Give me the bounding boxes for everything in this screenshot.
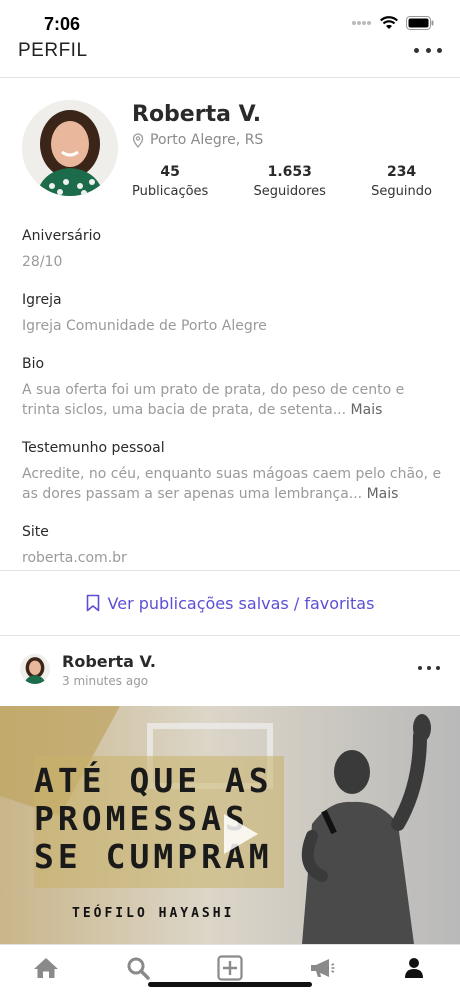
profile-info: Aniversário 28/10 Igreja Igreja Comunida… — [22, 228, 442, 588]
status-bar: 7:06 — [0, 0, 460, 36]
title-line: ATÉ QUE AS — [34, 761, 273, 800]
site-label: Site — [22, 524, 49, 540]
bio-more-link[interactable]: Mais — [351, 402, 383, 418]
tab-home[interactable] — [26, 950, 66, 986]
status-time: 7:06 — [44, 14, 81, 34]
location-text: Porto Alegre, RS — [150, 132, 264, 148]
stat-publications[interactable]: 45 Publicações — [132, 164, 208, 199]
bio-value: A sua oferta foi um prato de prata, do p… — [22, 380, 442, 420]
battery-icon — [406, 16, 434, 30]
top-nav-bar: PERFIL — [0, 36, 460, 78]
testimony-label: Testemunho pessoal — [22, 440, 165, 456]
church-section: Igreja Igreja Comunidade de Porto Alegre — [22, 292, 442, 336]
wifi-icon — [380, 16, 398, 29]
profile-name: Roberta V. — [132, 102, 262, 127]
profile-icon — [405, 957, 423, 978]
church-label: Igreja — [22, 292, 62, 308]
home-indicator — [148, 982, 312, 987]
bottom-tab-bar — [0, 944, 460, 996]
page-title: PERFIL — [18, 40, 88, 61]
profile-location: Porto Alegre, RS — [132, 132, 263, 148]
stat-value: 45 — [160, 164, 180, 180]
play-icon[interactable] — [220, 812, 260, 856]
testimony-section: Testemunho pessoal Acredite, no céu, enq… — [22, 440, 442, 504]
bio-section: Bio A sua oferta foi um prato de prata, … — [22, 356, 442, 420]
stat-followers[interactable]: 1.653 Seguidores — [254, 164, 326, 199]
birthday-value: 28/10 — [22, 254, 63, 270]
site-link[interactable]: roberta.com.br — [22, 548, 442, 568]
map-pin-icon — [132, 132, 144, 148]
tab-profile[interactable] — [394, 950, 434, 986]
post-timestamp: 3 minutes ago — [62, 674, 149, 688]
stat-label: Publicações — [132, 184, 209, 199]
megaphone-icon — [311, 958, 335, 977]
bio-label: Bio — [22, 356, 45, 372]
profile-stats: 45 Publicações 1.653 Seguidores 234 Segu… — [132, 164, 432, 199]
home-icon — [34, 957, 58, 978]
stat-label: Seguidores — [253, 184, 326, 199]
post-video-thumbnail[interactable]: ATÉ QUE AS PROMESSAS SE CUMPRAM TEÓFILO … — [0, 706, 460, 944]
saved-posts-button[interactable]: Ver publicações salvas / favoritas — [0, 570, 460, 636]
saved-posts-label: Ver publicações salvas / favoritas — [107, 593, 375, 613]
stat-label: Seguindo — [371, 184, 432, 199]
more-options-icon[interactable] — [414, 38, 442, 62]
stat-following[interactable]: 234 Seguindo — [371, 164, 432, 199]
avatar[interactable] — [22, 100, 118, 196]
add-icon — [217, 954, 243, 981]
tab-search[interactable] — [118, 950, 158, 986]
church-value: Igreja Comunidade de Porto Alegre — [22, 318, 267, 334]
video-subtitle: TEÓFILO HAYASHI — [72, 906, 235, 921]
bio-text: A sua oferta foi um prato de prata, do p… — [22, 382, 405, 418]
post-author-avatar[interactable] — [20, 654, 50, 684]
stat-value: 1.653 — [267, 164, 312, 180]
post-more-options-icon[interactable] — [418, 658, 440, 678]
signal-icon — [352, 21, 371, 25]
search-icon — [127, 957, 150, 980]
tab-announcements[interactable] — [302, 950, 342, 986]
stat-value: 234 — [386, 164, 417, 180]
profile-header: Roberta V. Porto Alegre, RS 45 Publicaçõ… — [0, 100, 460, 210]
birthday-section: Aniversário 28/10 — [22, 228, 442, 272]
bookmark-icon — [86, 594, 99, 612]
status-icons — [352, 16, 434, 30]
site-section: Site roberta.com.br — [22, 524, 442, 568]
testimony-value: Acredite, no céu, enquanto suas mágoas c… — [22, 464, 442, 504]
birthday-label: Aniversário — [22, 228, 102, 244]
tab-add[interactable] — [210, 950, 250, 986]
post-header: Roberta V. 3 minutes ago — [0, 646, 460, 700]
testimony-more-link[interactable]: Mais — [367, 486, 399, 502]
post-author-name[interactable]: Roberta V. — [62, 652, 156, 671]
